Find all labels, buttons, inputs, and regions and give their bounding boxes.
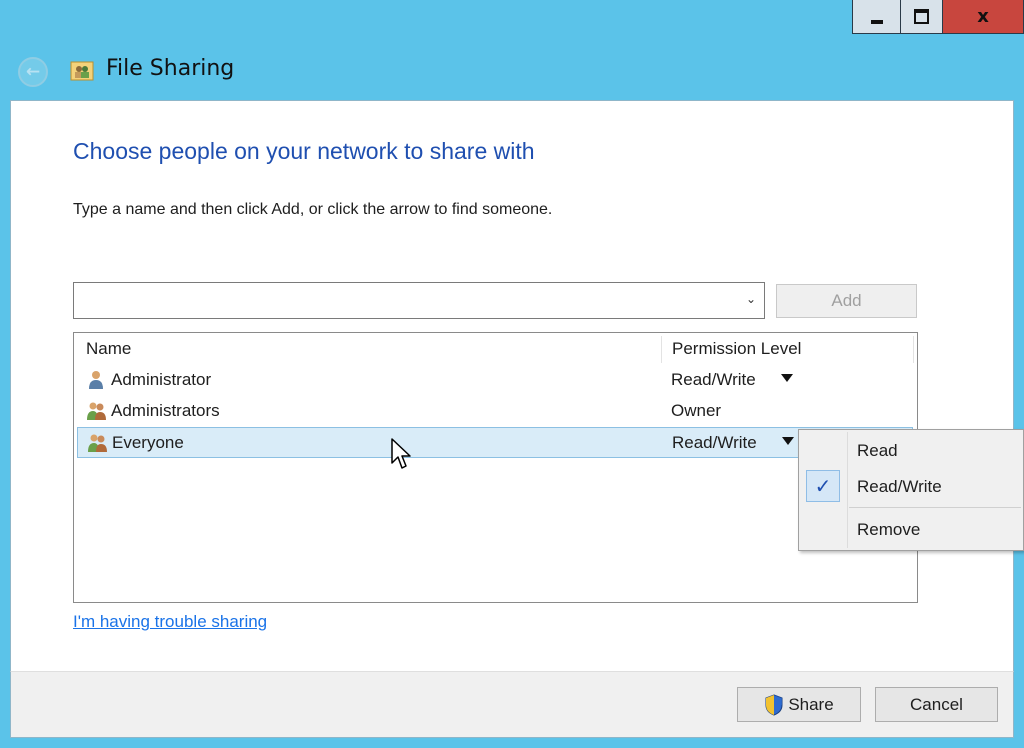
- main-panel: Choose people on your network to share w…: [10, 100, 1014, 672]
- name-input[interactable]: [78, 287, 732, 316]
- permission-context-menu: Read ✓ Read/Write Remove: [798, 429, 1024, 551]
- maximize-icon: [914, 9, 929, 24]
- name-combobox[interactable]: ⌄: [73, 282, 765, 319]
- maximize-button[interactable]: [901, 0, 943, 33]
- group-icon: [87, 402, 106, 420]
- mouse-pointer-icon: [391, 438, 411, 469]
- group-icon: [88, 434, 107, 452]
- row-permission[interactable]: Read/Write: [672, 433, 757, 453]
- row-name: Administrator: [111, 370, 212, 389]
- close-icon: x: [977, 6, 989, 27]
- menu-item-read-write[interactable]: ✓ Read/Write: [801, 470, 1021, 503]
- dropdown-arrow-icon[interactable]: [781, 374, 793, 382]
- dialog-footer: Share Cancel: [10, 671, 1014, 738]
- row-permission[interactable]: Read/Write: [671, 370, 756, 390]
- uac-shield-icon: [765, 693, 783, 716]
- column-header-permission[interactable]: Permission Level: [672, 339, 801, 359]
- row-name: Administrators: [111, 401, 220, 420]
- menu-item-label: Read: [857, 441, 898, 460]
- column-divider[interactable]: [661, 336, 662, 363]
- share-button-label: Share: [788, 694, 834, 714]
- row-permission: Owner: [671, 401, 722, 420]
- row-name: Everyone: [112, 433, 184, 452]
- menu-item-label: Remove: [857, 520, 921, 539]
- window-caption-buttons: x: [852, 0, 1024, 34]
- file-sharing-icon: [70, 61, 94, 81]
- window-title: File Sharing: [106, 56, 235, 81]
- dropdown-arrow-icon[interactable]: [782, 437, 794, 445]
- people-list: Name Permission Level Administrator Read…: [73, 332, 918, 603]
- list-header: Name Permission Level: [74, 333, 917, 364]
- back-arrow-icon: ←: [25, 62, 41, 82]
- trouble-sharing-link[interactable]: I'm having trouble sharing: [73, 612, 267, 632]
- back-button[interactable]: ←: [18, 57, 48, 87]
- minimize-icon: [870, 19, 883, 24]
- table-row-selected[interactable]: Everyone Read/Write: [77, 427, 913, 458]
- minimize-button[interactable]: [853, 0, 901, 33]
- close-button[interactable]: x: [943, 0, 1023, 33]
- menu-item-label: Read/Write: [857, 477, 942, 496]
- share-button[interactable]: Share: [737, 687, 861, 722]
- table-row[interactable]: Administrators Owner: [77, 396, 913, 427]
- page-heading: Choose people on your network to share w…: [73, 138, 535, 164]
- menu-item-read[interactable]: Read: [801, 435, 1021, 467]
- cancel-button[interactable]: Cancel: [875, 687, 998, 722]
- chevron-down-icon[interactable]: ⌄: [744, 292, 758, 306]
- add-button[interactable]: Add: [776, 284, 917, 318]
- table-row[interactable]: Administrator Read/Write: [77, 365, 913, 396]
- menu-item-remove[interactable]: Remove: [801, 514, 1021, 546]
- column-header-name[interactable]: Name: [86, 339, 131, 359]
- checkmark-icon: ✓: [806, 470, 840, 502]
- menu-separator: [849, 507, 1021, 508]
- user-icon: [89, 371, 103, 389]
- instruction-text: Type a name and then click Add, or click…: [73, 201, 553, 218]
- column-divider[interactable]: [913, 336, 914, 363]
